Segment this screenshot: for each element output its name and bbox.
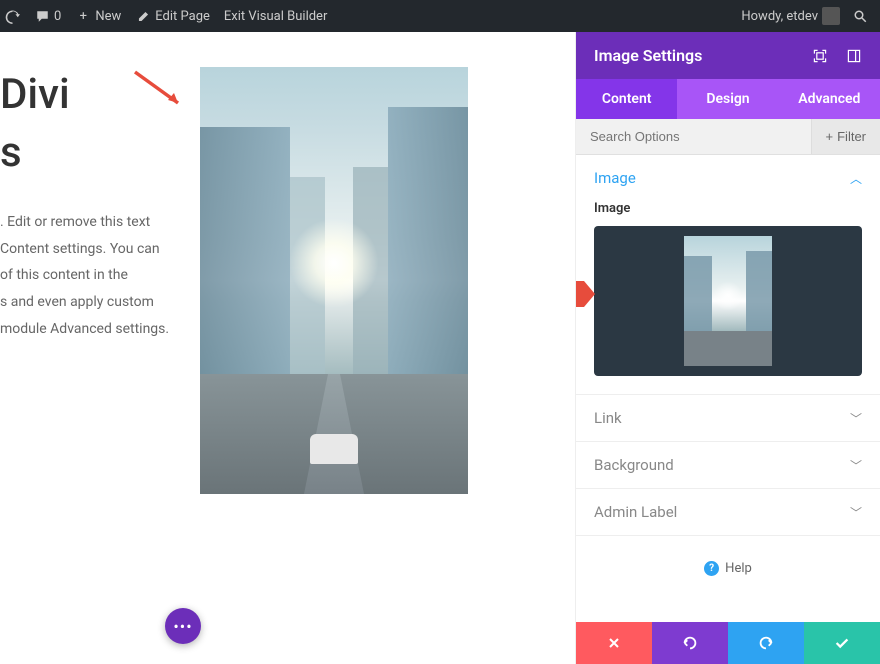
page-body-text: . Edit or remove this text Content setti…	[0, 209, 190, 342]
search-input[interactable]	[576, 119, 811, 154]
refresh-icon	[4, 8, 20, 24]
help-icon: ?	[704, 561, 719, 576]
tab-advanced[interactable]: Advanced	[779, 79, 880, 119]
comment-icon	[34, 8, 50, 24]
admin-edit-page[interactable]: Edit Page	[135, 8, 210, 24]
greeting-text: Howdy, etdev	[741, 9, 818, 24]
redo-button[interactable]	[728, 622, 804, 664]
accordion-image: Image ︿ Image 1	[576, 155, 880, 395]
admin-bar: 0 + New Edit Page Exit Visual Builder Ho…	[0, 0, 880, 32]
plus-icon: +	[75, 8, 91, 24]
chevron-down-icon: ﹀	[850, 504, 862, 521]
accordion-header-image[interactable]: Image ︿	[576, 155, 880, 201]
image-field-label: Image	[594, 201, 862, 216]
tab-content[interactable]: Content	[576, 79, 677, 119]
accordion-link: Link ﹀	[576, 395, 880, 442]
panel-header: Image Settings	[576, 32, 880, 79]
accordion-title-link: Link	[594, 409, 622, 427]
avatar-icon	[822, 7, 840, 25]
cancel-button[interactable]	[576, 622, 652, 664]
panel-tabs: Content Design Advanced	[576, 79, 880, 119]
exit-builder-label: Exit Visual Builder	[224, 9, 327, 24]
filter-button[interactable]: + Filter	[811, 119, 880, 154]
page-canvas: Divi s . Edit or remove this text Conten…	[0, 32, 575, 664]
panel-body: Image ︿ Image 1	[576, 155, 880, 622]
chevron-down-icon: ﹀	[850, 410, 862, 427]
ellipsis-icon: •••	[173, 617, 192, 636]
accordion-header-background[interactable]: Background ﹀	[576, 442, 880, 488]
admin-new[interactable]: + New	[75, 8, 121, 24]
panel-title: Image Settings	[594, 46, 702, 65]
dock-icon	[846, 48, 862, 64]
tab-design[interactable]: Design	[677, 79, 778, 119]
chevron-up-icon: ︿	[850, 170, 862, 187]
panel-footer	[576, 622, 880, 664]
admin-search[interactable]	[852, 8, 868, 24]
admin-new-label: New	[95, 9, 121, 24]
help-row: ? Help	[576, 536, 880, 596]
settings-panel: Image Settings Content Design Advanced +…	[575, 32, 880, 664]
accordion-title-image: Image	[594, 169, 636, 187]
snap-button[interactable]	[846, 48, 862, 64]
accordion-title-background: Background	[594, 456, 674, 474]
accordion-header-admin-label[interactable]: Admin Label ﹀	[576, 489, 880, 535]
undo-button[interactable]	[652, 622, 728, 664]
edit-page-label: Edit Page	[155, 9, 210, 24]
pencil-icon	[135, 8, 151, 24]
check-icon	[833, 634, 851, 652]
admin-greeting[interactable]: Howdy, etdev	[741, 7, 840, 25]
image-thumbnail	[684, 236, 772, 366]
annotation-marker: 1	[576, 281, 584, 307]
accordion-background: Background ﹀	[576, 442, 880, 489]
accordion-title-admin-label: Admin Label	[594, 503, 677, 521]
search-icon	[852, 8, 868, 24]
admin-comments[interactable]: 0	[34, 8, 61, 24]
expand-icon	[812, 48, 828, 64]
chevron-down-icon: ﹀	[850, 457, 862, 474]
close-icon	[606, 635, 622, 651]
page-settings-fab[interactable]: •••	[165, 608, 201, 644]
save-button[interactable]	[804, 622, 880, 664]
search-row: + Filter	[576, 119, 880, 155]
help-link[interactable]: ? Help	[704, 561, 752, 576]
admin-updates[interactable]	[4, 8, 20, 24]
filter-label: Filter	[837, 129, 866, 144]
accordion-admin-label: Admin Label ﹀	[576, 489, 880, 536]
help-label: Help	[725, 561, 752, 576]
image-preview-box[interactable]: 1	[594, 226, 862, 376]
page-image-module[interactable]	[200, 67, 468, 494]
redo-icon	[757, 634, 775, 652]
annotation-arrow-icon	[130, 67, 190, 112]
admin-exit-builder[interactable]: Exit Visual Builder	[224, 9, 327, 24]
undo-icon	[681, 634, 699, 652]
comments-count: 0	[54, 9, 61, 24]
plus-icon: +	[826, 129, 834, 144]
accordion-header-link[interactable]: Link ﹀	[576, 395, 880, 441]
expand-button[interactable]	[812, 48, 828, 64]
